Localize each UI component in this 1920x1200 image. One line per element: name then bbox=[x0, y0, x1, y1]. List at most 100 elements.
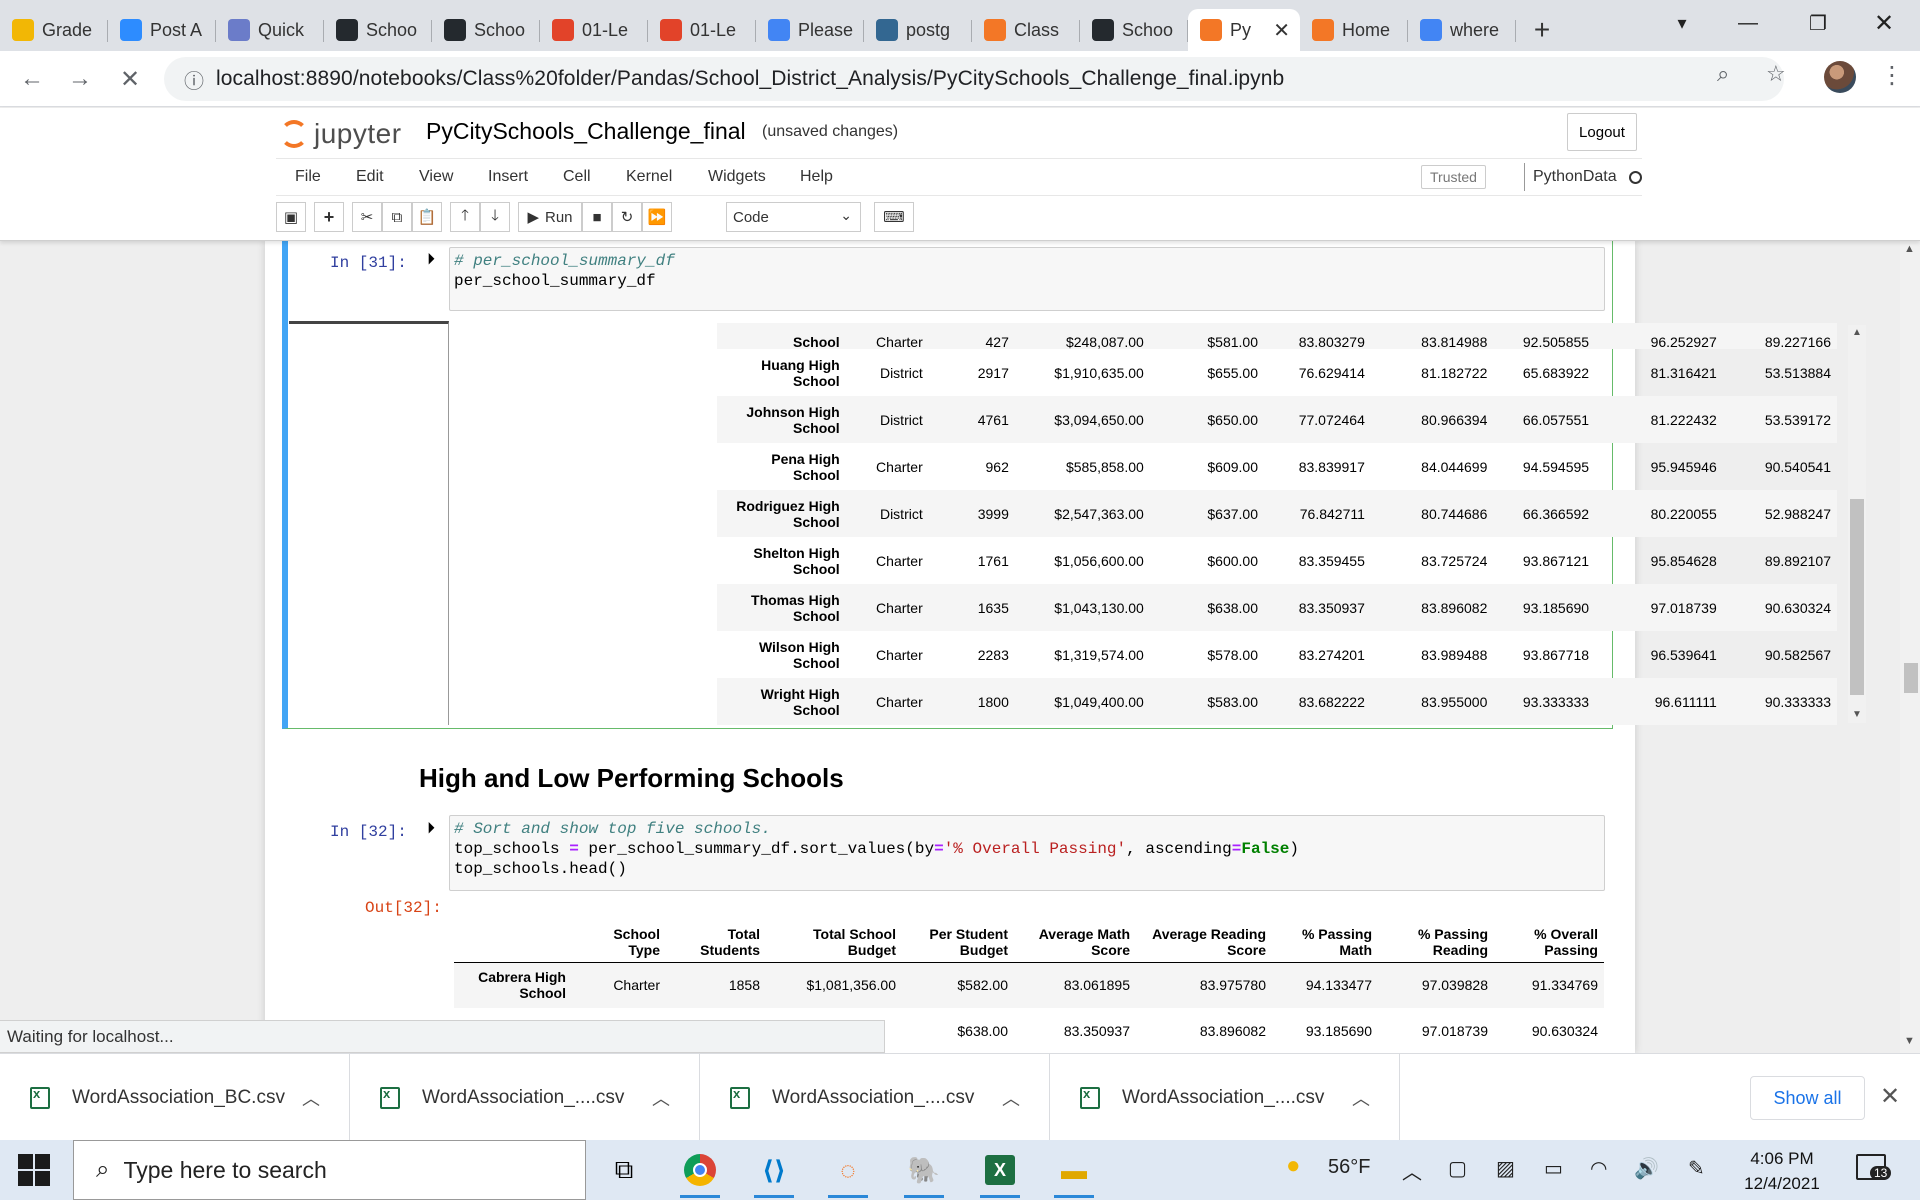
insert-cell-icon[interactable]: + bbox=[314, 202, 344, 232]
paste-icon[interactable]: 📋 bbox=[412, 202, 442, 232]
menu-file[interactable]: File bbox=[295, 159, 321, 195]
url-text[interactable]: localhost:8890/notebooks/Class%20folder/… bbox=[216, 67, 1284, 91]
show-all-downloads-button[interactable]: Show all bbox=[1750, 1076, 1865, 1120]
output-scroll-area[interactable]: School Charter 427 $248,087.00 $581.00 83.803… bbox=[717, 323, 1854, 727]
browser-menu-icon[interactable]: ⋮ bbox=[1880, 61, 1904, 90]
volume-icon[interactable]: 🔊 bbox=[1634, 1156, 1659, 1181]
collapse-toggle-icon[interactable]: ⏵ bbox=[427, 820, 435, 838]
forward-button[interactable]: → bbox=[62, 61, 98, 97]
scroll-up-icon[interactable]: ▲ bbox=[1852, 327, 1862, 338]
taskbar-search-box[interactable]: ⌕ Type here to search bbox=[73, 1140, 586, 1200]
browser-tab[interactable]: Class bbox=[972, 9, 1080, 51]
move-down-icon[interactable]: 🡓 bbox=[480, 202, 510, 232]
restore-button[interactable]: ❐ bbox=[1786, 0, 1850, 46]
download-item[interactable]: WordAssociation_BC.csv ︿ bbox=[0, 1054, 350, 1141]
battery-icon[interactable]: ▭ bbox=[1544, 1156, 1563, 1181]
code-editor[interactable]: # Sort and show top five schools. top_sc… bbox=[449, 815, 1605, 891]
windows-start-icon[interactable] bbox=[18, 1154, 50, 1186]
browser-tab[interactable]: 01-Le bbox=[648, 9, 756, 51]
browser-tab[interactable]: postg bbox=[864, 9, 972, 51]
page-scrollbar-thumb[interactable] bbox=[1904, 663, 1918, 693]
wifi-icon[interactable]: ◠ bbox=[1590, 1156, 1607, 1181]
menu-widgets[interactable]: Widgets bbox=[708, 159, 766, 195]
browser-tab[interactable]: Grade bbox=[0, 9, 108, 51]
cut-icon[interactable]: ✂ bbox=[352, 202, 382, 232]
pen-workspace-icon[interactable]: ▨ bbox=[1496, 1156, 1515, 1181]
file-explorer-icon[interactable]: ▬ bbox=[1052, 1148, 1096, 1198]
stop-loading-button[interactable]: ✕ bbox=[112, 61, 148, 97]
browser-tab[interactable]: Schoo bbox=[432, 9, 540, 51]
chrome-icon[interactable] bbox=[678, 1148, 722, 1198]
bookmark-star-icon[interactable]: ☆ bbox=[1766, 61, 1786, 87]
close-tab-icon[interactable]: ✕ bbox=[1273, 18, 1290, 43]
chevron-up-icon[interactable]: ︿ bbox=[1002, 1085, 1020, 1111]
back-button[interactable]: ← bbox=[14, 61, 50, 97]
task-view-icon[interactable]: ⧉ bbox=[602, 1148, 646, 1192]
weather-icon[interactable]: ● bbox=[1286, 1152, 1301, 1180]
notebook-area[interactable]: In [31]: ⏵ # per_school_summary_df per_s… bbox=[0, 241, 1920, 1053]
chevron-up-icon[interactable]: ︿ bbox=[302, 1085, 320, 1111]
browser-tab[interactable]: Schoo bbox=[1080, 9, 1188, 51]
restart-run-all-icon[interactable]: ⏩ bbox=[642, 202, 672, 232]
page-scrollbar[interactable]: ▲ ▼ bbox=[1900, 241, 1920, 1053]
browser-tab[interactable]: Py ✕ bbox=[1188, 9, 1300, 51]
close-downloads-icon[interactable]: ✕ bbox=[1880, 1082, 1900, 1111]
browser-tab[interactable]: Home bbox=[1300, 9, 1408, 51]
browser-tab[interactable]: 01-Le bbox=[540, 9, 648, 51]
site-info-icon[interactable]: ⓘ bbox=[172, 65, 216, 94]
download-item[interactable]: WordAssociation_....csv ︿ bbox=[700, 1054, 1050, 1141]
download-item[interactable]: WordAssociation_....csv ︿ bbox=[1050, 1054, 1400, 1141]
chevron-up-icon[interactable]: ︿ bbox=[652, 1085, 670, 1111]
run-button[interactable]: ▶ Run bbox=[518, 202, 582, 232]
copy-icon[interactable]: ⧉ bbox=[382, 202, 412, 232]
scroll-up-icon[interactable]: ▲ bbox=[1904, 243, 1915, 255]
output-scrollbar[interactable]: ▲ ▼ bbox=[1848, 325, 1866, 723]
chevron-up-icon[interactable]: ︿ bbox=[1352, 1085, 1370, 1111]
excel-icon[interactable]: X bbox=[978, 1148, 1022, 1198]
close-window-button[interactable]: ✕ bbox=[1852, 0, 1916, 46]
new-tab-button[interactable]: + bbox=[1522, 9, 1562, 51]
tray-overflow-icon[interactable]: ︿ bbox=[1402, 1156, 1422, 1185]
notebook-name[interactable]: PyCitySchools_Challenge_final bbox=[426, 118, 746, 145]
move-up-icon[interactable]: 🡑 bbox=[450, 202, 480, 232]
menu-cell[interactable]: Cell bbox=[563, 159, 591, 195]
code-editor[interactable]: # per_school_summary_df per_school_summa… bbox=[449, 247, 1605, 311]
tab-search-icon[interactable]: ▾ bbox=[1650, 0, 1714, 46]
cell-type-select[interactable]: Code ⌄ bbox=[726, 202, 861, 232]
output-scrollbar-thumb[interactable] bbox=[1850, 499, 1864, 695]
meet-now-icon[interactable]: ▢ bbox=[1448, 1156, 1467, 1181]
restart-icon[interactable]: ↻ bbox=[612, 202, 642, 232]
pen-icon[interactable]: ✎ bbox=[1688, 1156, 1705, 1181]
jupyter-logo[interactable]: jupyter bbox=[280, 114, 402, 154]
menu-view[interactable]: View bbox=[419, 159, 453, 195]
download-item[interactable]: WordAssociation_....csv ︿ bbox=[350, 1054, 700, 1141]
browser-tab[interactable]: Quick bbox=[216, 9, 324, 51]
menu-insert[interactable]: Insert bbox=[488, 159, 528, 195]
minimize-button[interactable]: — bbox=[1716, 0, 1780, 46]
omnibox[interactable]: ⓘ localhost:8890/notebooks/Class%20folde… bbox=[164, 57, 1784, 101]
vscode-icon[interactable]: ⟨⟩ bbox=[752, 1148, 796, 1198]
scroll-down-icon[interactable]: ▼ bbox=[1904, 1035, 1915, 1047]
output-collapse-bar[interactable] bbox=[289, 321, 449, 725]
browser-tab[interactable]: where bbox=[1408, 9, 1516, 51]
keyboard-icon[interactable]: ⌨ bbox=[874, 202, 914, 232]
browser-tab[interactable]: Post A bbox=[108, 9, 216, 51]
menu-help[interactable]: Help bbox=[800, 159, 833, 195]
scroll-down-icon[interactable]: ▼ bbox=[1852, 709, 1862, 720]
taskbar-clock[interactable]: 4:06 PM 12/4/2021 bbox=[1732, 1146, 1832, 1196]
jupyter-app-icon[interactable]: ◌ bbox=[826, 1148, 870, 1198]
logout-button[interactable]: Logout bbox=[1567, 113, 1637, 151]
profile-avatar[interactable] bbox=[1824, 61, 1856, 93]
interrupt-icon[interactable]: ■ bbox=[582, 202, 612, 232]
postgres-app-icon[interactable]: 🐘 bbox=[902, 1148, 946, 1198]
collapse-toggle-icon[interactable]: ⏵ bbox=[427, 251, 435, 269]
menu-kernel[interactable]: Kernel bbox=[626, 159, 672, 195]
weather-temp[interactable]: 56°F bbox=[1328, 1156, 1370, 1179]
save-icon[interactable]: ▣ bbox=[276, 202, 306, 232]
notification-center-icon[interactable]: 13 bbox=[1856, 1154, 1892, 1180]
trusted-indicator[interactable]: Trusted bbox=[1421, 165, 1486, 189]
menu-edit[interactable]: Edit bbox=[356, 159, 384, 195]
zoom-icon[interactable]: ⌕ bbox=[1717, 61, 1729, 87]
browser-tab[interactable]: Schoo bbox=[324, 9, 432, 51]
browser-tab[interactable]: Please bbox=[756, 9, 864, 51]
